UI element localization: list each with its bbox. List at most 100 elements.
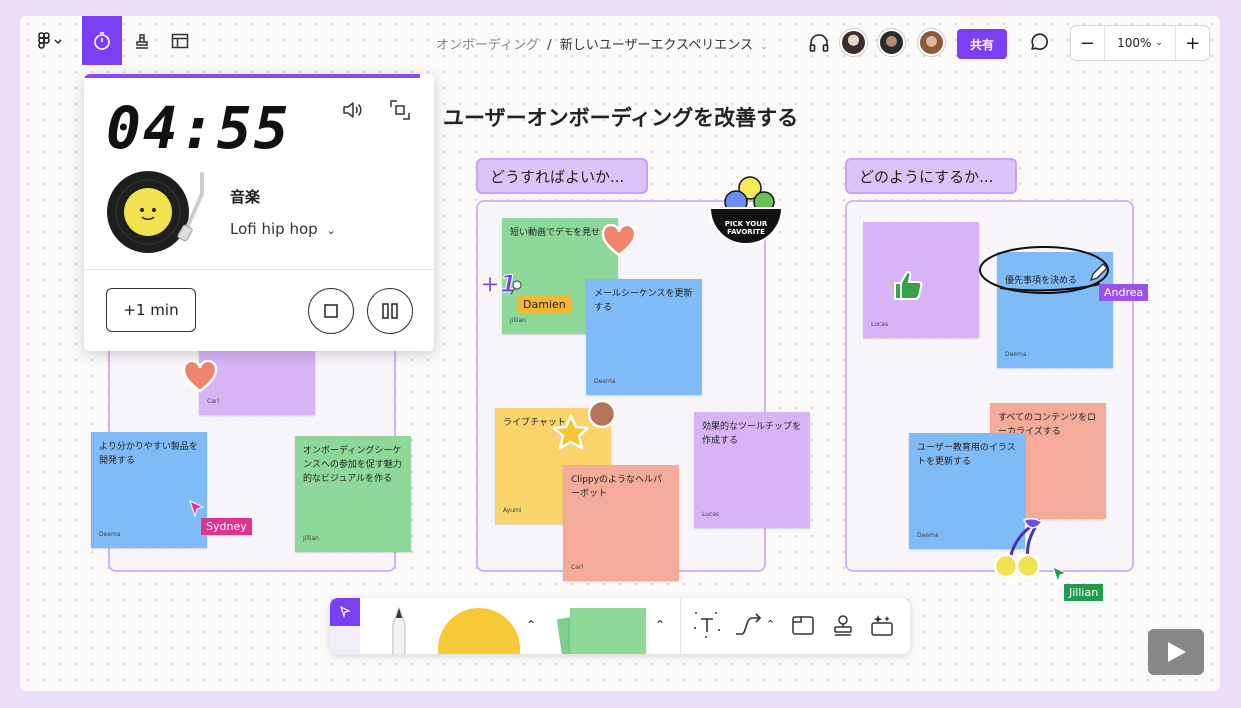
sticky-note-tool[interactable] [570, 608, 646, 654]
section-label[interactable]: どのようにするか... [845, 158, 1017, 194]
avatar[interactable] [878, 29, 905, 56]
sticker-text: PICK YOUR FAVORITE [724, 220, 768, 236]
sticky-note[interactable]: より分かりやすい製品を開発する Deema [91, 432, 207, 548]
zoom-level: 100% [1117, 36, 1152, 50]
fruit-bowl-icon [708, 176, 784, 246]
breadcrumb: オンボーディング / 新しいユーザーエクスペリエンス ⌄ [436, 34, 768, 53]
avatar[interactable] [918, 29, 945, 56]
move-tool[interactable] [330, 598, 360, 654]
cursor-arrow-icon [1052, 566, 1068, 584]
marker-icon [392, 606, 406, 654]
board-title[interactable]: ユーザーオンボーディングを改善する [443, 102, 798, 132]
avatar[interactable] [840, 29, 867, 56]
widgets-tool[interactable] [867, 610, 897, 640]
music-label: 音楽 [230, 188, 261, 206]
chevron-down-icon[interactable]: ⌄ [760, 42, 768, 52]
stamp-icon [834, 615, 852, 636]
figma-logo-icon [38, 32, 62, 49]
main-menu-button[interactable] [28, 16, 68, 66]
pin-icon [510, 280, 522, 295]
vinyl-record [106, 170, 216, 264]
cherries-icon [993, 517, 1044, 579]
creation-toolbar: ⌃ ⌃ ⌃ [330, 598, 910, 654]
sticky-author: Jillian [303, 535, 319, 542]
add-minute-button[interactable]: +1 min [106, 288, 196, 332]
sticky-text: より分かりやすい製品を開発する [99, 442, 198, 466]
breadcrumb-file[interactable]: 新しいユーザーエクスペリエンス [560, 38, 753, 53]
zoom-in-button[interactable]: + [1175, 26, 1209, 60]
layout-button[interactable] [168, 16, 192, 66]
sticky-text: メールシーケンスを更新する [594, 289, 693, 313]
sticky-note[interactable]: Lucas [863, 222, 979, 338]
timer-button[interactable] [82, 16, 122, 65]
music-track-dropdown[interactable]: Lofi hip hop ⌄ [230, 220, 336, 238]
pick-favorite-sticker[interactable]: PICK YOUR FAVORITE [706, 168, 786, 248]
stop-icon [324, 304, 338, 318]
section-icon [792, 616, 814, 635]
sticky-note[interactable]: オンボーディングシーケンスへの参加を促す魅力的なビジュアルを作る Jillian [295, 436, 411, 552]
cherries-sticker[interactable] [984, 516, 1048, 584]
stop-button[interactable] [308, 288, 354, 334]
chevron-up-icon[interactable]: ⌃ [526, 618, 536, 632]
sticky-text: Clippyのようなヘルパーボット [571, 475, 663, 499]
heart-icon [182, 359, 218, 393]
pause-icon [382, 303, 398, 319]
divider [84, 269, 434, 270]
sticky-author: Lucas [702, 511, 720, 518]
share-button[interactable]: 共有 [957, 29, 1007, 59]
sticky-note[interactable]: Clippyのようなヘルパーボット Carl [563, 465, 679, 581]
cursor-arrow-icon [189, 500, 205, 518]
text-icon [694, 612, 720, 638]
sticky-author: Deema [1005, 351, 1027, 358]
sticky-note[interactable]: メールシーケンスを更新する Deema [586, 279, 702, 395]
marker-tool[interactable] [382, 606, 416, 654]
cursor-icon [340, 606, 351, 618]
sticky-text: 短い動画でデモを見せる [510, 228, 610, 238]
cookie-sticker[interactable] [587, 399, 617, 433]
music-track: Lofi hip hop [230, 220, 318, 238]
play-button[interactable] [1148, 629, 1204, 675]
sticky-author: Carl [571, 564, 583, 571]
cursor-label-jillian: Jillian [1064, 584, 1104, 601]
chevron-up-icon[interactable]: ⌃ [655, 618, 665, 632]
section-label[interactable]: どうすればよいか... [476, 158, 648, 194]
breadcrumb-project[interactable]: オンボーディング [436, 38, 539, 53]
heart-sticker[interactable] [600, 223, 638, 262]
sticky-author: Deema [99, 531, 121, 538]
canvas[interactable]: オンボーディング / 新しいユーザーエクスペリエンス ⌄ 共有 − 100% ⌄… [20, 16, 1220, 691]
connector-icon [736, 613, 762, 635]
zoom-out-button[interactable]: − [1071, 26, 1105, 60]
timer-panel: 04:55 音楽 Lofi hip hop ⌄ +1 min [84, 74, 434, 351]
collapse-timer-button[interactable] [388, 98, 412, 126]
speaker-icon [343, 102, 362, 118]
star-sticker[interactable] [552, 414, 590, 456]
volume-button[interactable] [341, 100, 363, 124]
top-bar: オンボーディング / 新しいユーザーエクスペリエンス ⌄ 共有 − 100% ⌄… [20, 16, 1220, 68]
audio-button[interactable] [808, 32, 830, 58]
pause-button[interactable] [367, 288, 413, 334]
text-tool[interactable] [692, 610, 722, 640]
zoom-level-dropdown[interactable]: 100% ⌄ [1105, 26, 1176, 60]
sticky-note[interactable]: 効果的なツールチップを作成する Lucas [694, 412, 810, 528]
chevron-down-icon: ⌄ [1155, 38, 1163, 48]
connector-tool[interactable] [732, 610, 768, 640]
shape-tool[interactable] [438, 608, 520, 654]
stamp-tool[interactable] [828, 610, 858, 640]
stamp-tool-button[interactable] [130, 16, 154, 66]
collapse-icon [390, 100, 410, 120]
comments-button[interactable] [1028, 31, 1050, 57]
thumbs-up-icon [894, 270, 923, 300]
cookie-icon [587, 399, 617, 429]
pencil-icon [1089, 263, 1108, 282]
timer-display: 04:55 [106, 94, 291, 162]
section-tool[interactable] [788, 610, 818, 640]
stamp-icon [136, 34, 148, 49]
cursor-label-andrea: Andrea [1099, 284, 1149, 301]
divider [680, 598, 681, 654]
play-icon [1168, 642, 1186, 662]
sticky-text: オンボーディングシーケンスへの参加を促す魅力的なビジュアルを作る [303, 446, 402, 484]
sticky-text: ユーザー教育用のイラストを更新する [917, 443, 1016, 467]
timer-progress-bar [84, 74, 420, 78]
heart-sticker[interactable] [182, 359, 218, 398]
chevron-up-icon[interactable]: ⌃ [766, 618, 775, 631]
